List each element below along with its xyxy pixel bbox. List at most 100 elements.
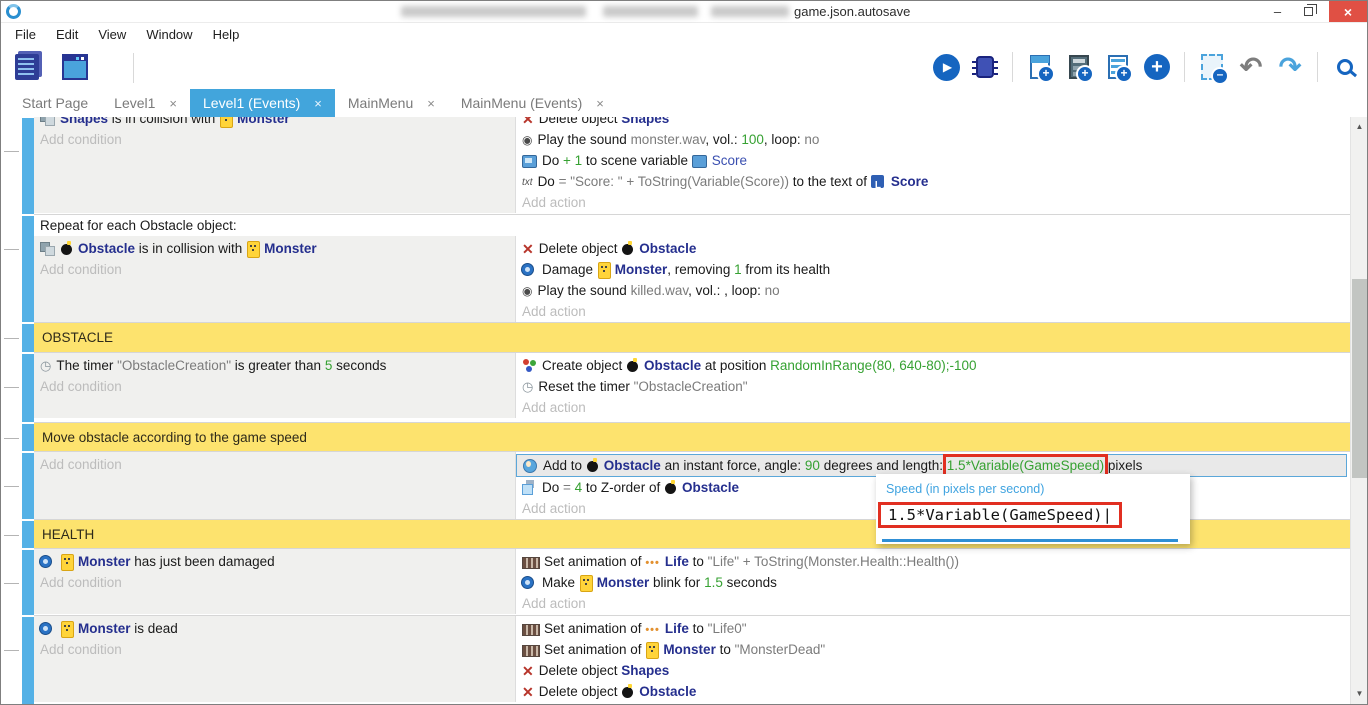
condition-line[interactable]: Monster has just been damaged [34,551,515,572]
obstacle-icon [626,358,639,373]
expression-editor-popup: Speed (in pixels per second) 1.5*Variabl… [876,474,1190,544]
event-content: Monster is deadAdd conditionSet animatio… [34,616,1350,704]
event-selector-bar[interactable] [22,324,34,352]
event-selector-bar[interactable] [22,550,34,615]
condition-line[interactable]: Shapes is in collision with Monster [34,117,515,129]
minimize-button[interactable]: – [1263,1,1292,22]
event-selector-bar[interactable] [22,617,34,704]
maximize-button[interactable] [1294,1,1323,22]
add-other-event-button[interactable]: + [1141,51,1173,83]
group-header[interactable]: Move obstacle according to the game spee… [34,423,1350,451]
vertical-scrollbar[interactable]: ▲ ▼ [1350,117,1367,704]
scroll-down-icon[interactable]: ▼ [1351,686,1368,702]
tab-label: Level1 (Events) [203,95,300,111]
toolbar-separator [1184,52,1185,82]
play-button[interactable]: ▶ [930,51,962,83]
close-tab-icon[interactable]: × [596,96,604,111]
action-line[interactable]: ◉Play the sound monster.wav, vol.: 100, … [516,129,1350,150]
group-header[interactable]: OBSTACLE [34,323,1350,352]
add-event-button[interactable] [1024,51,1056,83]
delete-icon: ✕ [522,661,534,676]
event-selector-bar[interactable] [22,354,34,422]
menu-item-file[interactable]: File [5,25,46,44]
text-segment: Add to [543,458,586,473]
action-placeholder[interactable]: Add action [516,192,1350,213]
condition-placeholder[interactable]: Add condition [34,259,515,280]
text-segment: , loop: [764,132,805,147]
repeat-for-each-header[interactable]: Repeat for each Obstacle object: [34,215,1350,236]
debug-button[interactable] [969,51,1001,83]
project-manager-button[interactable] [11,51,43,83]
condition-line[interactable]: ◷The timer "ObstacleCreation" is greater… [34,355,515,376]
redo-button[interactable]: ↷ [1274,51,1306,83]
action-placeholder[interactable]: Add action [516,593,1350,614]
scrollbar-thumb[interactable] [1352,279,1367,478]
menu-item-edit[interactable]: Edit [46,25,88,44]
undo-button[interactable]: ↶ [1235,51,1267,83]
monster-icon [219,117,232,126]
menu-item-window[interactable]: Window [136,25,202,44]
text-segment: at position [701,358,770,373]
action-line[interactable]: Set animation of •••Life to "Life0" [516,618,1350,639]
menu-item-view[interactable]: View [88,25,136,44]
menu-item-help[interactable]: Help [203,25,250,44]
scenevar-icon [522,153,537,168]
action-line[interactable]: ✕Delete object Obstacle [516,238,1350,259]
event-selector-bar[interactable] [22,424,34,451]
text-segment: to [716,642,735,657]
action-line[interactable]: Make Monster blink for 1.5 seconds [516,572,1350,593]
text-segment: Monster [78,621,131,636]
tab-mainmenu-events[interactable]: MainMenu (Events)× [448,89,617,117]
action-line[interactable]: ◷Reset the timer "ObstacleCreation" [516,376,1350,397]
action-line[interactable]: ◉Play the sound killed.wav, vol.: , loop… [516,280,1350,301]
event-selector-bar[interactable] [22,118,34,214]
add-subevent-button[interactable] [1063,51,1095,83]
scroll-up-icon[interactable]: ▲ [1351,119,1368,135]
action-line[interactable]: Set animation of Monster to "MonsterDead… [516,639,1350,660]
condition-line[interactable]: Obstacle is in collision with Monster [34,238,515,259]
search-events-button[interactable] [1329,51,1361,83]
action-line[interactable]: txtDo = "Score: " + ToString(Variable(Sc… [516,171,1350,192]
scene-editor-button[interactable] [59,51,91,83]
event-selector-bar[interactable] [22,216,34,322]
condition-placeholder[interactable]: Add condition [34,376,515,397]
monster-icon [579,575,592,590]
action-placeholder[interactable]: Add action [516,397,1350,418]
tab-start-page[interactable]: Start Page [9,89,101,117]
deselect-events-button[interactable] [1196,51,1228,83]
action-placeholder[interactable]: Add action [516,301,1350,322]
delete-icon: ✕ [522,682,534,697]
tab-level1[interactable]: Level1× [101,89,190,117]
gdevelop-logo-icon [6,4,21,19]
condition-placeholder[interactable]: Add condition [34,639,515,660]
condition-placeholder[interactable]: Add condition [34,454,515,475]
action-line[interactable]: Do + 1 to scene variable Score [516,150,1350,171]
text-segment: 1.5 [704,575,723,590]
text-segment: Create object [542,358,626,373]
close-button[interactable]: × [1329,1,1367,22]
event-selector-bar[interactable] [22,521,34,548]
debug-icon [976,56,994,78]
condition-placeholder[interactable]: Add condition [34,129,515,150]
conditions-cell: Monster is deadAdd condition [34,616,516,702]
condition-placeholder[interactable]: Add condition [34,572,515,593]
close-tab-icon[interactable]: × [314,96,322,111]
action-line[interactable]: Damage Monster, removing 1 from its heal… [516,259,1350,280]
tab-level1-events[interactable]: Level1 (Events) × [190,89,335,117]
tab-mainmenu[interactable]: MainMenu× [335,89,448,117]
condition-line[interactable]: Monster is dead [34,618,515,639]
close-tab-icon[interactable]: × [427,96,435,111]
action-line[interactable]: Create object Obstacle at position Rando… [516,355,1350,376]
add-comment-button[interactable] [1102,51,1134,83]
obstacle-icon [586,458,599,473]
action-line[interactable]: ✕Delete object Obstacle [516,681,1350,702]
event-gutter [1,323,22,353]
action-line[interactable]: ✕Delete object Shapes [516,660,1350,681]
action-line[interactable]: ✕Delete object Shapes [516,117,1350,129]
expression-input[interactable]: 1.5*Variable(GameSpeed)| [878,502,1122,528]
event-content: OBSTACLE [34,323,1350,353]
text-segment: blink for [649,575,704,590]
close-tab-icon[interactable]: × [169,96,177,111]
action-line[interactable]: Set animation of •••Life to "Life" + ToS… [516,551,1350,572]
event-selector-bar[interactable] [22,453,34,519]
